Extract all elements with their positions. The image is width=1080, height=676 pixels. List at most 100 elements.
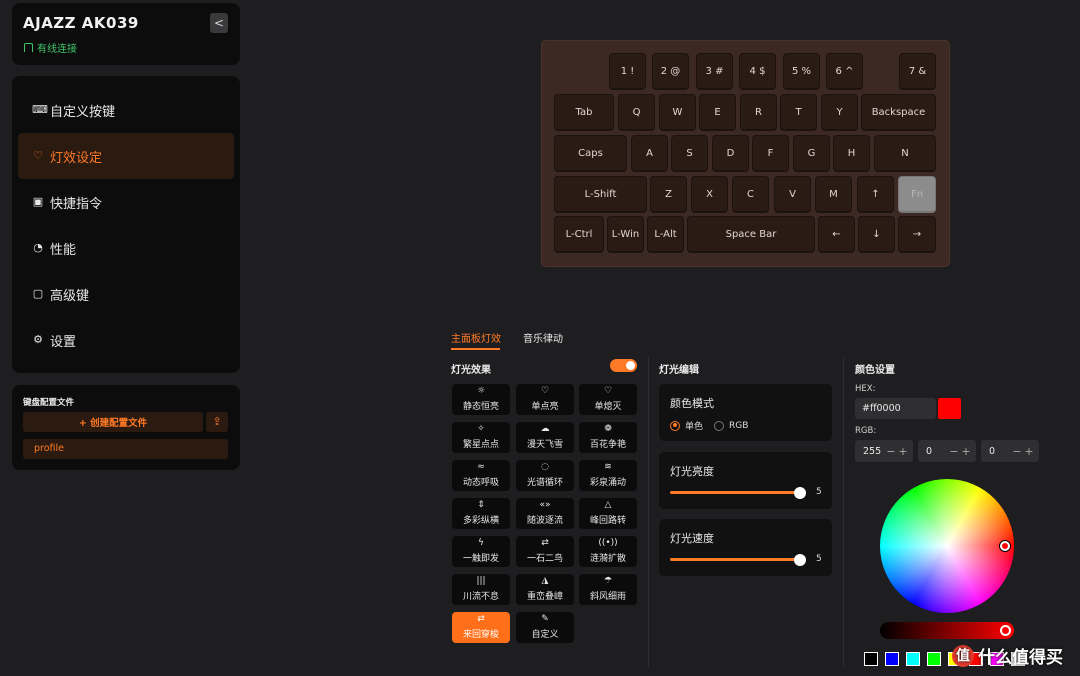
mode-single-radio[interactable] — [670, 420, 680, 431]
blue-minus-icon[interactable]: − — [1011, 445, 1023, 458]
import-profile-icon[interactable]: ⇪ — [206, 412, 228, 432]
keyboard-icon: ⌨ — [32, 103, 48, 116]
key-arrow-left[interactable]: ← — [818, 216, 855, 253]
preset-color-swatch[interactable] — [885, 652, 899, 666]
key-d[interactable]: D — [712, 135, 749, 172]
red-stepper[interactable]: 255 − + — [855, 440, 913, 462]
effect-button[interactable]: ✧ 繁星点点 — [452, 422, 510, 453]
sidebar-item-performance[interactable]: ◔ 性能 — [18, 225, 234, 271]
effect-button[interactable]: ||| 川流不息 — [452, 574, 510, 605]
green-plus-icon[interactable]: + — [960, 445, 972, 458]
key-5[interactable]: 5 % — [783, 53, 820, 90]
key-q[interactable]: Q — [618, 94, 655, 131]
effect-label: 动态呼吸 — [462, 478, 499, 488]
blue-plus-icon[interactable]: + — [1023, 445, 1035, 458]
effect-button[interactable]: ⇄ 一石二鸟 — [516, 536, 574, 567]
key-l-win[interactable]: L-Win — [607, 216, 644, 253]
color-brightness-handle[interactable] — [1000, 625, 1011, 636]
color-brightness-bar[interactable] — [880, 622, 1014, 639]
key-r[interactable]: R — [740, 94, 777, 131]
blue-stepper[interactable]: 0 − + — [981, 440, 1039, 462]
profile-list-item[interactable]: profile — [23, 439, 228, 459]
key-h[interactable]: H — [833, 135, 870, 172]
hex-input[interactable]: #ff0000 — [855, 398, 936, 419]
key-l-alt[interactable]: L-Alt — [647, 216, 684, 253]
key-caps[interactable]: Caps — [554, 135, 627, 172]
key-w[interactable]: W — [659, 94, 696, 131]
key-6[interactable]: 6 ^ — [826, 53, 863, 90]
key-x[interactable]: X — [691, 176, 728, 213]
key-arrow-down[interactable]: ↓ — [858, 216, 895, 253]
key-space-bar[interactable]: Space Bar — [687, 216, 815, 253]
red-value[interactable]: 255 — [863, 446, 885, 457]
key-l-ctrl[interactable]: L-Ctrl — [554, 216, 604, 253]
green-stepper[interactable]: 0 − + — [918, 440, 976, 462]
effect-button[interactable]: ◮ 重峦叠嶂 — [516, 574, 574, 605]
create-profile-button[interactable]: + 创建配置文件 — [23, 412, 203, 432]
color-wheel-handle[interactable] — [1000, 541, 1010, 551]
green-minus-icon[interactable]: − — [948, 445, 960, 458]
key-y[interactable]: Y — [821, 94, 858, 131]
key-z[interactable]: Z — [650, 176, 687, 213]
key-v[interactable]: V — [774, 176, 811, 213]
preset-color-swatch[interactable] — [906, 652, 920, 666]
key-s[interactable]: S — [671, 135, 708, 172]
effect-button[interactable]: «» 随波逐流 — [516, 498, 574, 529]
tab-main-lighting[interactable]: 主面板灯效 — [451, 330, 501, 345]
preset-color-swatch[interactable] — [864, 652, 878, 666]
effect-button[interactable]: ϟ 一触即发 — [452, 536, 510, 567]
effect-button[interactable]: ⇄ 来回穿梭 — [452, 612, 510, 643]
red-minus-icon[interactable]: − — [885, 445, 897, 458]
color-wheel[interactable] — [880, 479, 1014, 613]
key-e[interactable]: E — [699, 94, 736, 131]
effect-button[interactable]: ☂ 斜风细雨 — [579, 574, 637, 605]
key-1[interactable]: 1 ! — [609, 53, 646, 90]
brightness-slider[interactable] — [670, 486, 806, 499]
key-7[interactable]: 7 & — [899, 53, 936, 90]
mode-rgb-radio[interactable] — [714, 420, 725, 431]
speed-slider[interactable] — [670, 553, 806, 566]
tab-music-rhythm[interactable]: 音乐律动 — [523, 330, 563, 345]
key-tab[interactable]: Tab — [554, 94, 614, 131]
key-m[interactable]: M — [815, 176, 852, 213]
effect-button[interactable]: △ 峰回路转 — [579, 498, 637, 529]
effect-button[interactable]: ☼ 静态恒亮 — [452, 384, 510, 415]
effect-button[interactable]: ♡ 单熄灭 — [579, 384, 637, 415]
key-3[interactable]: 3 # — [696, 53, 733, 90]
key-f[interactable]: F — [752, 135, 789, 172]
effect-button[interactable]: ⇕ 多彩纵横 — [452, 498, 510, 529]
key-g[interactable]: G — [793, 135, 830, 172]
key-fn[interactable]: Fn — [898, 176, 936, 213]
effect-button[interactable]: ≋ 彩泉涌动 — [579, 460, 637, 491]
effect-button[interactable]: ✎ 自定义 — [516, 612, 574, 643]
speed-slider-thumb[interactable] — [794, 553, 806, 566]
effect-button[interactable]: ☁ 漫天飞雪 — [516, 422, 574, 453]
key-backspace[interactable]: Backspace — [861, 94, 936, 131]
sidebar-item-custom-keys[interactable]: ⌨ 自定义按键 — [18, 87, 234, 133]
sidebar-item-lighting[interactable]: ♡ 灯效设定 — [18, 133, 234, 179]
collapse-button[interactable]: < — [210, 13, 228, 33]
key-arrow-up[interactable]: ↑ — [857, 176, 894, 213]
green-value[interactable]: 0 — [926, 446, 948, 457]
preset-color-swatch[interactable] — [927, 652, 941, 666]
key-n[interactable]: N — [874, 135, 936, 172]
key-arrow-right[interactable]: → — [898, 216, 936, 253]
key-c[interactable]: C — [732, 176, 769, 213]
effect-button[interactable]: ❁ 百花争艳 — [579, 422, 637, 453]
key-t[interactable]: T — [780, 94, 817, 131]
brightness-slider-thumb[interactable] — [794, 486, 806, 499]
key-4[interactable]: 4 $ — [739, 53, 776, 90]
key-2[interactable]: 2 @ — [652, 53, 689, 90]
sidebar-item-advanced-keys[interactable]: ▢ 高级键 — [18, 271, 234, 317]
sidebar-item-macros[interactable]: ▣ 快捷指令 — [18, 179, 234, 225]
effect-button[interactable]: ♡ 单点亮 — [516, 384, 574, 415]
sidebar-item-settings[interactable]: ⚙ 设置 — [18, 317, 234, 363]
key-l-shift[interactable]: L-Shift — [554, 176, 647, 213]
key-a[interactable]: A — [631, 135, 668, 172]
effect-button[interactable]: ((•)) 涟漪扩散 — [579, 536, 637, 567]
effect-button[interactable]: ◌ 光谱循环 — [516, 460, 574, 491]
red-plus-icon[interactable]: + — [897, 445, 909, 458]
effect-button[interactable]: ≈ 动态呼吸 — [452, 460, 510, 491]
lighting-toggle[interactable] — [610, 359, 637, 372]
blue-value[interactable]: 0 — [989, 446, 1011, 457]
